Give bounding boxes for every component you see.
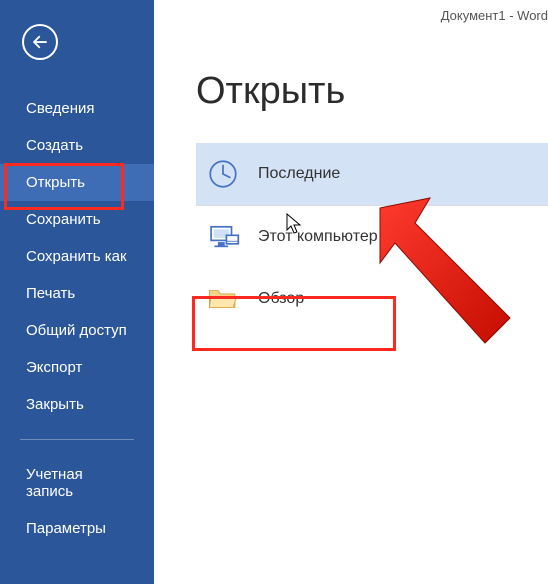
nav-item-info[interactable]: Сведения [0,90,154,127]
option-label: Последние [258,165,340,183]
nav-item-export[interactable]: Экспорт [0,349,154,386]
nav-label: Открыть [26,174,85,191]
option-this-pc[interactable]: Этот компьютер [196,206,548,268]
arrow-left-icon [31,33,49,51]
folder-icon [206,282,240,316]
nav-item-open[interactable]: Открыть [0,164,154,201]
nav-list: Сведения Создать Открыть Сохранить Сохра… [0,90,154,547]
nav-item-new[interactable]: Создать [0,127,154,164]
content-area: Документ1 - Word Открыть Последние [154,0,548,584]
option-label: Обзор [258,290,304,308]
nav-label: Экспорт [26,359,82,376]
option-recent[interactable]: Последние [196,143,548,205]
nav-label: Сведения [26,100,95,117]
option-browse[interactable]: Обзор [196,268,548,330]
window-title: Документ1 - Word [441,8,548,23]
nav-label: Сохранить [26,211,101,228]
nav-label: Параметры [26,520,106,537]
pc-icon [206,220,240,254]
nav-item-account[interactable]: Учетная запись [0,456,154,510]
backstage-sidebar: Сведения Создать Открыть Сохранить Сохра… [0,0,154,584]
nav-separator [20,439,134,440]
clock-icon [206,157,240,191]
open-options-list: Последние Этот компьютер [196,143,548,330]
nav-item-share[interactable]: Общий доступ [0,312,154,349]
app-root: Сведения Создать Открыть Сохранить Сохра… [0,0,548,584]
nav-item-print[interactable]: Печать [0,275,154,312]
nav-label: Создать [26,137,83,154]
nav-label: Учетная запись [26,466,83,500]
option-label: Этот компьютер [258,228,378,246]
nav-label: Сохранить как [26,248,127,265]
nav-item-close[interactable]: Закрыть [0,386,154,423]
nav-label: Печать [26,285,75,302]
nav-label: Закрыть [26,396,84,413]
nav-item-options[interactable]: Параметры [0,510,154,547]
page-title: Открыть [196,70,548,113]
back-button[interactable] [22,24,58,60]
nav-item-save[interactable]: Сохранить [0,201,154,238]
nav-label: Общий доступ [26,322,127,339]
nav-item-saveas[interactable]: Сохранить как [0,238,154,275]
